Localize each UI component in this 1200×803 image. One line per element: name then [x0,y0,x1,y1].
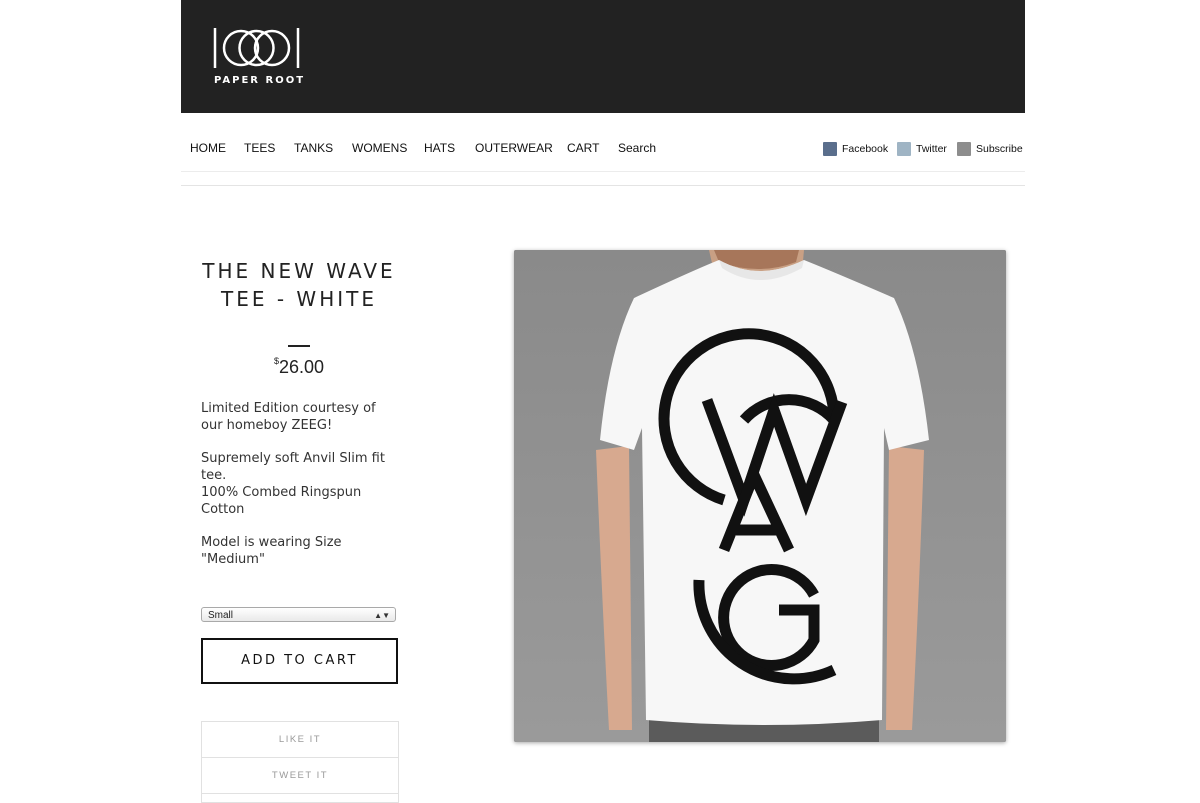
brand-name: PAPER ROOT [214,75,306,86]
title-underline [288,345,310,347]
nav-item-outerwear[interactable]: OUTERWEAR [475,141,553,155]
product-description: Limited Edition courtesy of our homeboy … [201,400,391,584]
paper-root-logo[interactable]: PAPER ROOT [213,26,303,96]
add-to-cart-button[interactable]: ADD TO CART [201,638,398,684]
like-button[interactable]: LIKE IT [201,721,399,758]
description-paragraph: Model is wearing Size "Medium" [201,535,342,567]
description-paragraph: Supremely soft Anvil Slim fit tee. 100% … [201,451,385,517]
nav-item-womens[interactable]: WOMENS [352,141,407,155]
logo-rings-icon [213,28,300,68]
share-button[interactable] [201,793,399,803]
site-header: PAPER ROOT [181,0,1025,113]
size-selected-value: Small [208,610,234,621]
nav-item-hats[interactable]: HATS [424,141,455,155]
subscribe-label: Subscribe [976,143,1023,155]
nav-item-home[interactable]: HOME [190,141,226,155]
facebook-icon [823,142,837,156]
nav-item-tees[interactable]: TEES [244,141,275,155]
product-title: THE NEW WAVE TEE - WHITE [202,259,396,311]
nav-item-cart[interactable]: CART [567,141,599,155]
divider [181,185,1025,186]
tshirt-image [514,250,1006,742]
tweet-button[interactable]: TWEET IT [201,757,399,794]
subscribe-link[interactable]: Subscribe [957,142,1023,156]
description-paragraph: Limited Edition courtesy of our homeboy … [201,401,376,433]
nav-item-tanks[interactable]: TANKS [294,141,333,155]
size-select[interactable]: Small ▲▼ [201,607,396,622]
price-value: 26.00 [278,357,325,377]
twitter-label: Twitter [916,143,947,155]
select-arrows-icon: ▲▼ [374,611,390,620]
rss-icon [957,142,971,156]
twitter-icon [897,142,911,156]
product-photo [514,250,1006,742]
facebook-label: Facebook [842,143,889,155]
page: PAPER ROOT HOME TEES TANKS WOMENS HATS O… [0,0,1200,803]
main-nav: HOME TEES TANKS WOMENS HATS OUTERWEAR CA… [181,113,1025,172]
product-price: $26.00 [200,356,398,378]
twitter-link[interactable]: Twitter [897,142,947,156]
nav-item-search[interactable]: Search [618,141,656,155]
facebook-link[interactable]: Facebook [823,142,888,156]
